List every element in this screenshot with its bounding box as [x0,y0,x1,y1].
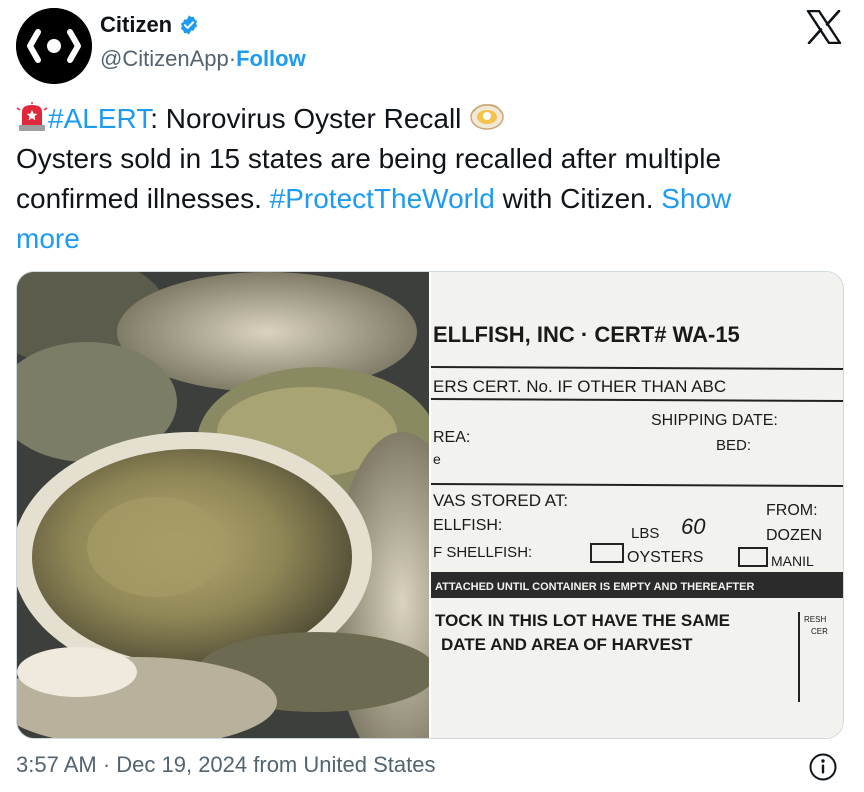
author-name-row[interactable]: Citizen [100,12,200,38]
hashtag-protect-link[interactable]: #ProtectTheWorld [270,183,495,214]
shellfish-tag-photo[interactable]: ELLFISH, INC · CERT# WA-15 ERS CERT. No.… [431,272,843,738]
tag-row9: TOCK IN THIS LOT HAVE THE SAME [435,611,730,630]
text-with-citizen: with Citizen. [494,183,662,214]
tag-header: ELLFISH, INC · CERT# WA-15 [433,322,740,347]
x-logo-icon[interactable] [806,10,842,44]
avatar[interactable] [16,8,92,84]
police-light-emoji [16,102,48,131]
tweet-line-1: #ALERT: Norovirus Oyster Recall [16,99,836,139]
tag-row7c: MANIL [771,553,814,569]
show-more-link-2[interactable]: more [16,219,836,259]
tag-row5b: FROM: [766,502,818,519]
tweet-line-2: Oysters sold in 15 states are being reca… [16,143,722,174]
tweet-line-3: confirmed illnesses. #ProtectTheWorld wi… [16,179,836,219]
tag-row3: REA: [433,429,470,446]
tweet-media[interactable]: ELLFISH, INC · CERT# WA-15 ERS CERT. No.… [16,271,844,739]
show-more-link[interactable]: Show [661,183,731,214]
headline-text: : Norovirus Oyster Recall [150,103,462,134]
info-icon[interactable] [808,752,838,782]
tag-row9c: CER [811,627,828,636]
handle[interactable]: @CitizenApp [100,46,229,72]
display-name[interactable]: Citizen [100,12,172,38]
separator: · [228,46,237,71]
tag-row10: DATE AND AREA OF HARVEST [441,635,693,654]
tag-row1: ERS CERT. No. IF OTHER THAN ABC [433,377,726,396]
tweet-text: #ALERT: Norovirus Oyster Recall Oysters … [16,99,836,259]
follow-button[interactable]: Follow [236,46,306,72]
hashtag-alert-link[interactable]: #ALERT [48,103,150,134]
tweet-timestamp[interactable]: 3:57 AM · Dec 19, 2024 from United State… [16,752,435,778]
tag-row6d: DOZEN [766,527,822,544]
tag-row6c: 60 [681,514,706,539]
tag-row4: e [433,451,441,467]
tag-row2: SHIPPING DATE: [651,412,778,429]
tag-row7b: OYSTERS [627,549,703,566]
tag-row8: ATTACHED UNTIL CONTAINER IS EMPTY AND TH… [435,581,754,593]
tag-row5: VAS STORED AT: [433,491,568,510]
oyster-emoji [470,104,504,130]
tag-row6b: LBS [631,525,659,542]
text-confirmed: confirmed illnesses. [16,183,270,214]
tag-row6: ELLFISH: [433,517,502,534]
tag-row9b: RESH [804,615,826,624]
tag-row7: F SHELLFISH: [433,544,532,561]
oysters-photo[interactable] [17,272,429,738]
tag-row3b: BED: [716,437,751,454]
verified-badge-icon [181,15,198,35]
handle-row: @CitizenApp · Follow [100,46,306,72]
